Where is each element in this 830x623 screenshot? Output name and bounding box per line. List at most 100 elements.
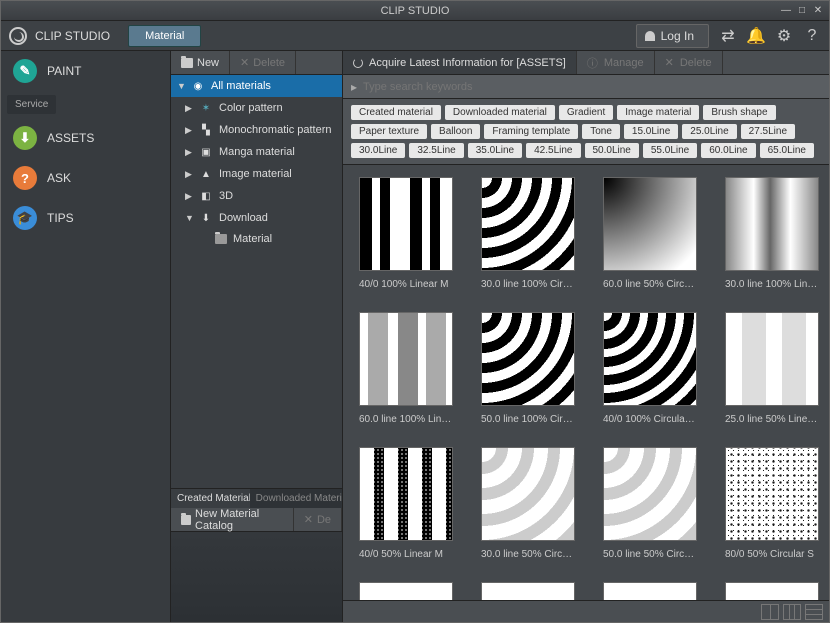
view-large-icon[interactable] <box>761 604 779 620</box>
search-input[interactable] <box>363 81 821 93</box>
filter-chip[interactable]: Tone <box>582 124 620 139</box>
new-label: New <box>197 57 219 69</box>
filter-chip[interactable]: 32.5Line <box>409 143 463 158</box>
view-small-icon[interactable] <box>783 604 801 620</box>
manage-button: ⓘ Manage <box>577 51 655 74</box>
manage-label: Manage <box>604 57 644 69</box>
delete-catalog-label: De <box>317 514 331 526</box>
swap-icon[interactable]: ⇄ <box>719 27 737 45</box>
bell-icon[interactable]: 🔔 <box>747 27 765 45</box>
gear-icon[interactable]: ⚙ <box>775 27 793 45</box>
tab-downloaded-catalog[interactable]: Downloaded Material Ca... <box>250 489 342 508</box>
delete-catalog-button: ✕De <box>294 508 342 531</box>
material-item[interactable] <box>725 582 819 600</box>
help-icon[interactable]: ? <box>803 27 821 45</box>
filter-chip[interactable]: Brush shape <box>703 105 775 120</box>
tree-download-material[interactable]: Material <box>171 229 342 249</box>
filter-chip[interactable]: 65.0Line <box>760 143 814 158</box>
window-title: CLIP STUDIO <box>381 5 450 17</box>
filter-chip[interactable]: Created material <box>351 105 441 120</box>
tree-3d-label: 3D <box>219 190 233 202</box>
nav-tips[interactable]: 🎓 TIPS <box>1 198 170 238</box>
app-window: CLIP STUDIO — □ ✕ CLIP STUDIO Material L… <box>0 0 830 623</box>
delete-material-label: Delete <box>680 57 712 69</box>
material-item[interactable]: 60.0 line 50% Circular L <box>603 177 697 304</box>
window-controls: — □ ✕ <box>779 3 825 17</box>
tree-panel: New ✕Delete ▼◉ All materials ▶✶ Color pa… <box>171 51 343 622</box>
tab-created-catalog[interactable]: Created Material Ca... <box>171 489 250 508</box>
view-list-icon[interactable] <box>805 604 823 620</box>
material-thumbnail <box>359 582 453 600</box>
filter-chip[interactable]: Framing template <box>484 124 578 139</box>
chevron-right-icon: ▸ <box>351 80 357 94</box>
tree-download-label: Download <box>219 212 268 224</box>
material-thumbnail <box>603 582 697 600</box>
filter-chip[interactable]: Balloon <box>431 124 480 139</box>
material-thumbnail <box>359 177 453 271</box>
filter-chip[interactable]: 30.0Line <box>351 143 405 158</box>
nav-assets[interactable]: ⬇ ASSETS <box>1 118 170 158</box>
material-item[interactable]: 40/0 50% Linear M <box>359 447 453 574</box>
material-item[interactable]: 50.0 line 50% Circular S <box>603 447 697 574</box>
filter-chip[interactable]: 55.0Line <box>643 143 697 158</box>
delete-folder-button: ✕Delete <box>230 51 296 74</box>
tree-3d[interactable]: ▶◧ 3D <box>171 185 342 207</box>
tree-download[interactable]: ▼⬇ Download <box>171 207 342 229</box>
nav-paint[interactable]: ✎ PAINT <box>1 51 170 91</box>
material-item[interactable]: 30.0 line 100% Circular S <box>481 177 575 304</box>
material-item[interactable]: 50.0 line 100% Circular S <box>481 312 575 439</box>
tree-mono-pattern[interactable]: ▶▚ Monochromatic pattern <box>171 119 342 141</box>
new-catalog-button[interactable]: New Material Catalog <box>171 508 294 531</box>
acquire-button[interactable]: Acquire Latest Information for [ASSETS] <box>343 51 577 74</box>
tree-all-materials[interactable]: ▼◉ All materials <box>171 75 342 97</box>
filter-chip[interactable]: 35.0Line <box>468 143 522 158</box>
material-item[interactable] <box>359 582 453 600</box>
refresh-icon <box>353 58 363 68</box>
ask-icon: ? <box>13 166 37 190</box>
material-item[interactable]: 40/0 100% Linear M <box>359 177 453 304</box>
filter-chip[interactable]: 25.0Line <box>682 124 736 139</box>
material-item[interactable]: 30.0 line 100% Linear S <box>725 177 819 304</box>
material-item[interactable]: 80/0 50% Circular S <box>725 447 819 574</box>
filter-chip[interactable]: Gradient <box>559 105 613 120</box>
tree-manga[interactable]: ▶▣ Manga material <box>171 141 342 163</box>
new-folder-button[interactable]: New <box>171 51 230 74</box>
material-grid[interactable]: 40/0 100% Linear M 30.0 line 100% Circula… <box>343 165 829 600</box>
nav-assets-label: ASSETS <box>47 131 94 145</box>
material-item[interactable]: 25.0 line 50% Linear M <box>725 312 819 439</box>
minimize-button[interactable]: — <box>779 3 793 17</box>
filter-chip[interactable]: 27.5Line <box>741 124 795 139</box>
left-sidebar: ✎ PAINT Service ⬇ ASSETS ? ASK 🎓 TIPS <box>1 51 171 622</box>
login-label: Log In <box>661 29 694 43</box>
filter-chip[interactable]: 15.0Line <box>624 124 678 139</box>
tree-color-label: Color pattern <box>219 102 283 114</box>
filter-chip[interactable]: 60.0Line <box>701 143 755 158</box>
material-item[interactable] <box>603 582 697 600</box>
tree-image-material[interactable]: ▶▲ Image material <box>171 163 342 185</box>
filter-chip[interactable]: 50.0Line <box>585 143 639 158</box>
material-item[interactable]: 40/0 100% Circular M <box>603 312 697 439</box>
cube-icon: ◧ <box>199 189 213 203</box>
material-tab[interactable]: Material <box>128 25 201 47</box>
material-label: 30.0 line 100% Circular S <box>481 279 575 290</box>
filter-chip[interactable]: Image material <box>617 105 699 120</box>
nav-ask[interactable]: ? ASK <box>1 158 170 198</box>
material-tree: ▼◉ All materials ▶✶ Color pattern ▶▚ Mon… <box>171 75 342 488</box>
search-bar[interactable]: ▸ <box>343 75 829 99</box>
material-item[interactable]: 60.0 line 100% Linear S <box>359 312 453 439</box>
material-item[interactable]: 30.0 line 50% Circular S <box>481 447 575 574</box>
material-thumbnail <box>359 447 453 541</box>
filter-chip[interactable]: 42.5Line <box>526 143 580 158</box>
maximize-button[interactable]: □ <box>795 3 809 17</box>
material-item[interactable] <box>481 582 575 600</box>
filter-chip[interactable]: Paper texture <box>351 124 427 139</box>
acquire-label: Acquire Latest Information for [ASSETS] <box>369 57 566 69</box>
nav-tips-label: TIPS <box>47 211 74 225</box>
filter-chip[interactable]: Downloaded material <box>445 105 555 120</box>
login-button[interactable]: Log In <box>636 24 709 48</box>
folder-icon <box>181 515 191 525</box>
tips-icon: 🎓 <box>13 206 37 230</box>
material-thumbnail <box>481 582 575 600</box>
tree-color-pattern[interactable]: ▶✶ Color pattern <box>171 97 342 119</box>
close-button[interactable]: ✕ <box>811 3 825 17</box>
